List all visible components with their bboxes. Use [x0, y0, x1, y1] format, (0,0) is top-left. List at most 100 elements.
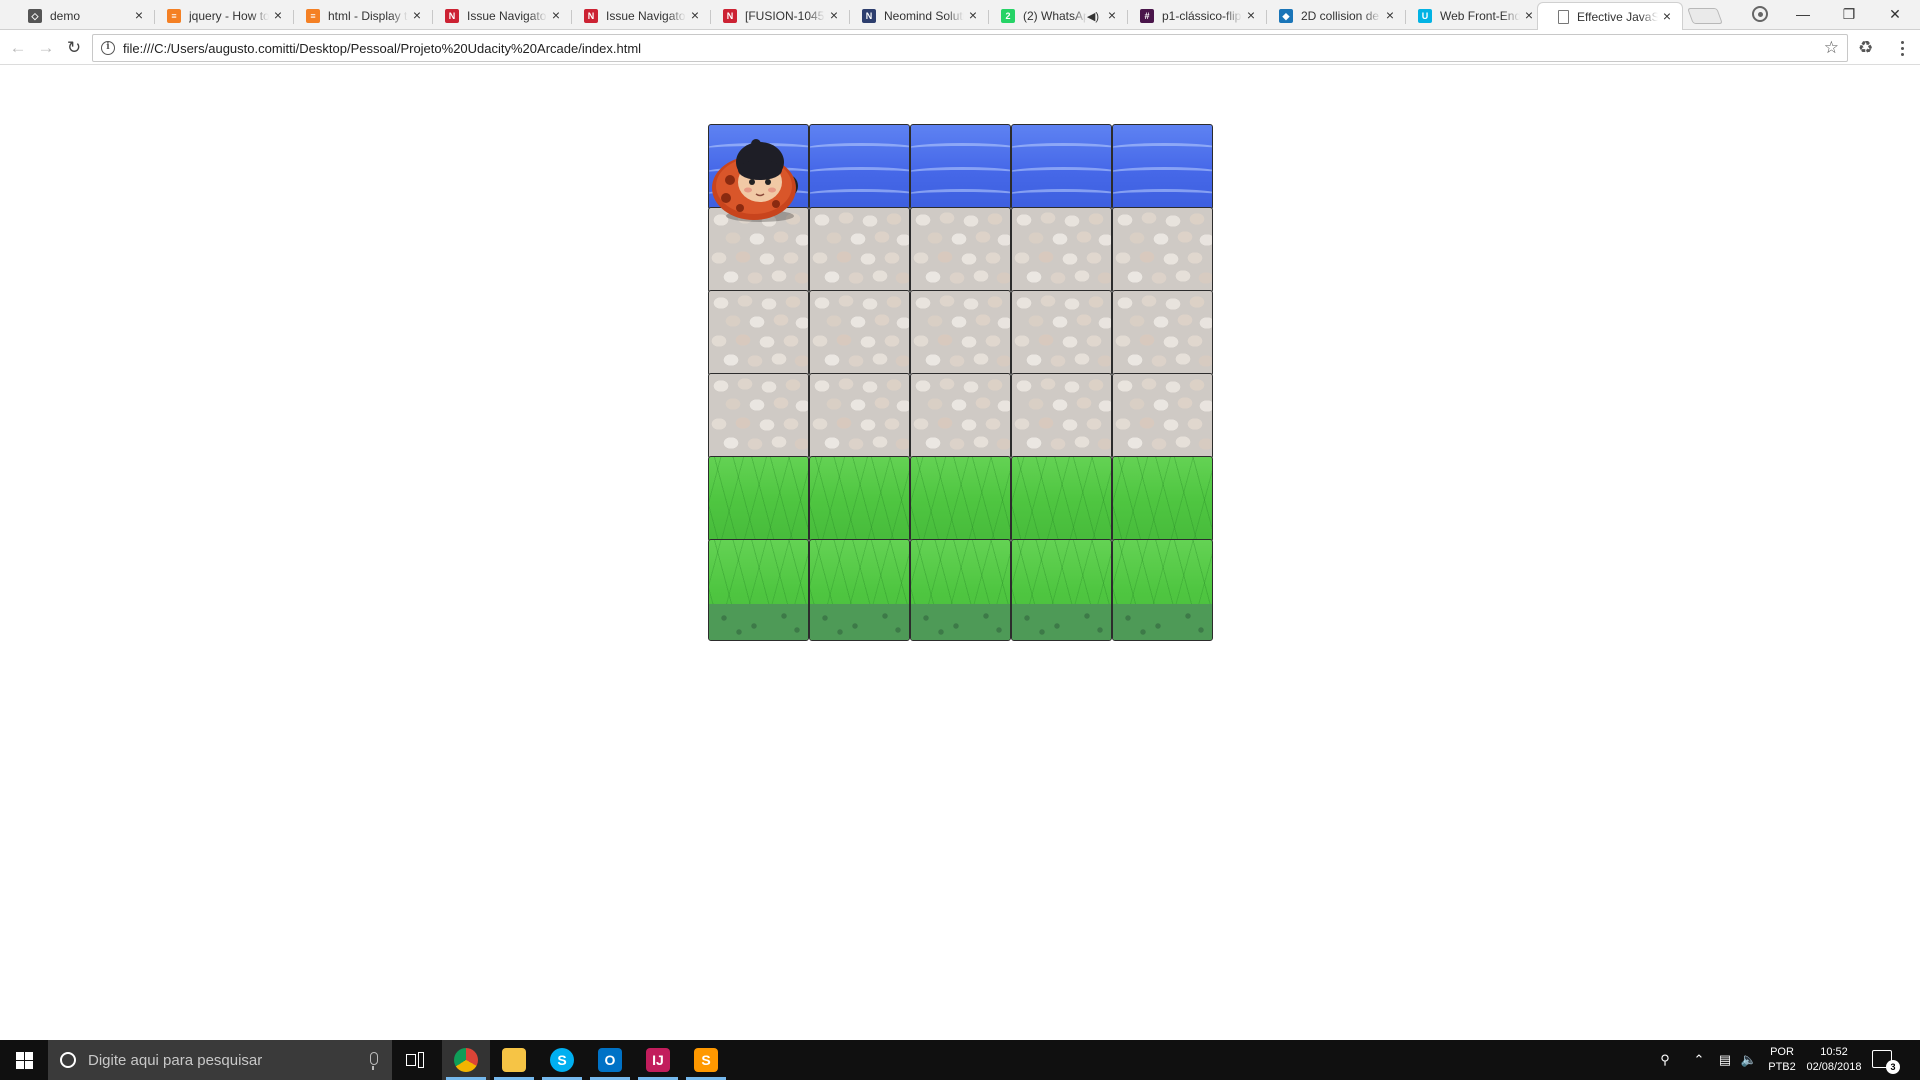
jira-icon: N — [445, 9, 459, 23]
browser-tab[interactable]: ≡ html - Display t × — [286, 2, 433, 30]
close-tab-icon[interactable]: × — [827, 8, 841, 22]
forward-icon[interactable]: → — [34, 36, 58, 60]
browser-tab[interactable]: ≡ jquery - How to × — [147, 2, 294, 30]
network-icon[interactable]: ▤ — [1712, 1040, 1738, 1080]
close-tab-icon[interactable]: × — [1660, 9, 1674, 23]
notification-count-badge: 3 — [1886, 1060, 1900, 1074]
taskbar-app-sublime-text[interactable]: S — [682, 1040, 730, 1080]
browser-tab[interactable]: N Issue Navigator × — [564, 2, 711, 30]
tab-title: Neomind Soluti — [884, 9, 964, 23]
close-tab-icon[interactable]: × — [410, 8, 424, 22]
close-tab-icon[interactable]: × — [132, 8, 146, 22]
stone-tile — [910, 207, 1011, 293]
stackoverflow-icon: ≡ — [167, 9, 181, 23]
clock-time: 10:52 — [1820, 1046, 1848, 1058]
taskbar-search[interactable]: Digite aqui para pesquisar — [48, 1040, 392, 1080]
stone-tile — [1112, 207, 1213, 293]
tab-title: Issue Navigator — [467, 9, 547, 23]
taskbar: Digite aqui para pesquisar S O IJ S ⚲ ⌃ ▤ 🔈… — [0, 1040, 1920, 1080]
extension-icon[interactable]: ♻ — [1858, 39, 1873, 56]
stone-tile — [708, 290, 809, 376]
bookmark-star-icon[interactable]: ☆ — [1824, 38, 1839, 58]
taskbar-app-file-explorer[interactable] — [490, 1040, 538, 1080]
browser-tab[interactable]: # p1-clássico-flip × — [1120, 2, 1267, 30]
language-code: POR — [1770, 1046, 1794, 1058]
minimize-icon[interactable]: — — [1780, 0, 1826, 28]
microphone-icon[interactable] — [370, 1052, 378, 1070]
stone-tile — [809, 290, 910, 376]
browser-tab[interactable]: ◆ 2D collision de × — [1259, 2, 1406, 30]
grass-tile — [809, 456, 910, 542]
tab-title: Issue Navigator — [606, 9, 686, 23]
restore-icon[interactable]: ❐ — [1826, 0, 1872, 28]
browser-tab[interactable]: N Neomind Soluti × — [842, 2, 989, 30]
url-text[interactable]: file:///C:/Users/augusto.comitti/Desktop… — [123, 41, 641, 56]
close-tab-icon[interactable]: × — [1244, 8, 1258, 22]
volume-icon[interactable]: 🔈 — [1736, 1040, 1762, 1080]
browser-tab[interactable]: N [FUSION-1045] × — [703, 2, 850, 30]
task-view-icon[interactable] — [406, 1052, 424, 1068]
stone-tile — [910, 373, 1011, 459]
close-tab-icon[interactable]: × — [1522, 8, 1536, 22]
menu-icon[interactable] — [1892, 38, 1912, 58]
close-tab-icon[interactable]: × — [549, 8, 563, 22]
close-tab-icon[interactable]: × — [1383, 8, 1397, 22]
grass-tile — [910, 539, 1011, 641]
water-tile — [910, 124, 1011, 210]
skype-icon: S — [550, 1048, 574, 1072]
grass-tile — [1011, 539, 1112, 641]
tab-audio-icon[interactable]: ◀) — [1087, 10, 1099, 23]
reload-icon[interactable]: ↻ — [62, 36, 86, 60]
tray-chevron-icon[interactable]: ⌃ — [1686, 1040, 1712, 1080]
taskbar-app-chrome[interactable] — [442, 1040, 490, 1080]
close-tab-icon[interactable]: × — [1105, 8, 1119, 22]
water-tile — [809, 124, 910, 210]
grass-tile — [809, 539, 910, 641]
grass-tile — [708, 539, 809, 641]
search-placeholder: Digite aqui para pesquisar — [88, 1051, 263, 1069]
browser-tab[interactable]: Effective JavaS × — [1537, 2, 1683, 30]
tab-title: p1-clássico-flip — [1162, 9, 1242, 23]
chrome-icon — [454, 1048, 478, 1072]
stone-tile — [1112, 373, 1213, 459]
tab-title: 2D collision de — [1301, 9, 1380, 23]
language-indicator[interactable]: POR PTB2 — [1764, 1045, 1800, 1075]
address-bar[interactable]: i file:///C:/Users/augusto.comitti/Deskt… — [92, 34, 1848, 62]
profile-icon[interactable] — [1752, 6, 1768, 22]
whatsapp-icon: 2 — [1001, 9, 1015, 23]
browser-tab[interactable]: U Web Front-End × — [1398, 2, 1545, 30]
intellij-icon: IJ — [646, 1048, 670, 1072]
jira-icon: N — [723, 9, 737, 23]
people-icon[interactable]: ⚲ — [1650, 1040, 1680, 1080]
neomind-icon: N — [862, 9, 876, 23]
grass-tile — [1011, 456, 1112, 542]
back-icon[interactable]: ← — [6, 36, 30, 60]
taskbar-app-intellij[interactable]: IJ — [634, 1040, 682, 1080]
close-window-icon[interactable]: ✕ — [1872, 0, 1918, 28]
close-tab-icon[interactable]: × — [966, 8, 980, 22]
stone-tile — [1011, 290, 1112, 376]
close-tab-icon[interactable]: × — [688, 8, 702, 22]
info-icon[interactable]: i — [101, 41, 115, 55]
udacity-icon: U — [1418, 9, 1432, 23]
close-tab-icon[interactable]: × — [271, 8, 285, 22]
browser-tab[interactable]: ◇ demo × — [8, 2, 155, 30]
tab-title: jquery - How to — [189, 9, 269, 23]
taskbar-app-skype[interactable]: S — [538, 1040, 586, 1080]
grass-tile — [1112, 539, 1213, 641]
browser-tab[interactable]: 2 (2) WhatsApp◀) × — [981, 2, 1128, 30]
game-board — [708, 124, 1213, 660]
page-content — [0, 66, 1920, 1040]
tab-strip: ◇ demo × ≡ jquery - How to × ≡ html - Display t… — [0, 0, 1920, 30]
clock[interactable]: 10:52 02/08/2018 — [1798, 1045, 1870, 1075]
page-icon — [1558, 9, 1569, 24]
stone-tile — [910, 290, 1011, 376]
new-tab-button[interactable] — [1687, 8, 1723, 24]
outlook-icon: O — [598, 1048, 622, 1072]
start-button[interactable] — [0, 1040, 48, 1080]
stackoverflow-icon: ≡ — [306, 9, 320, 23]
taskbar-app-outlook[interactable]: O — [586, 1040, 634, 1080]
tab-title: (2) WhatsApp — [1023, 9, 1087, 23]
browser-tab[interactable]: N Issue Navigator × — [425, 2, 572, 30]
water-tile — [1112, 124, 1213, 210]
